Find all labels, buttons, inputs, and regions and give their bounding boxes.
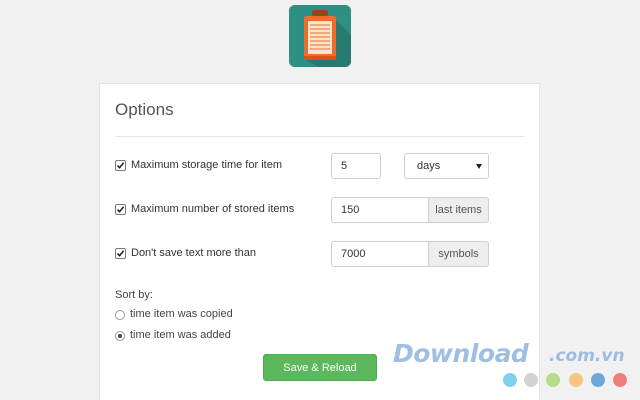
storage-time-label: Maximum storage time for item (131, 159, 282, 171)
text-limit-label: Don't save text more than (131, 247, 256, 259)
stored-items-row: Maximum number of stored items 150 last … (115, 197, 525, 223)
watermark-dot (613, 373, 627, 387)
stored-items-input[interactable]: 150 (331, 197, 429, 223)
check-icon (116, 206, 125, 213)
stored-items-label: Maximum number of stored items (131, 203, 295, 215)
text-limit-input[interactable]: 7000 (331, 241, 429, 267)
storage-time-input[interactable]: 5 (331, 153, 381, 179)
storage-time-unit-select[interactable]: days (404, 153, 489, 179)
sort-copied-radio[interactable] (115, 310, 125, 320)
watermark-text: Download (393, 339, 529, 368)
watermark-dot (524, 373, 538, 387)
stored-items-checkbox[interactable] (115, 204, 126, 215)
sort-copied-label: time item was copied (130, 308, 233, 320)
sort-option-copied[interactable]: time item was copied (115, 308, 315, 324)
watermark-suffix: .com.vn (549, 346, 625, 366)
sort-added-label: time item was added (130, 329, 231, 341)
stored-items-addon: last items (429, 197, 489, 223)
watermark-dot (503, 373, 517, 387)
caret-down-icon (476, 164, 482, 169)
sort-option-added[interactable]: time item was added (115, 329, 315, 345)
app-clipboard-icon (289, 5, 351, 67)
options-title: Options (115, 100, 174, 119)
sort-added-radio[interactable] (115, 331, 125, 341)
watermark-dot (546, 373, 560, 387)
save-reload-button[interactable]: Save & Reload (263, 354, 377, 381)
check-icon (116, 162, 125, 169)
storage-time-row: Maximum storage time for item 5 days (115, 153, 525, 179)
storage-time-unit-value: days (417, 160, 441, 172)
watermark-dot (569, 373, 583, 387)
watermark-logo: Download .com.vn (393, 339, 633, 369)
storage-time-checkbox[interactable] (115, 160, 126, 171)
title-divider (115, 136, 524, 137)
text-limit-row: Don't save text more than 7000 symbols (115, 241, 525, 267)
text-limit-addon: symbols (429, 241, 489, 267)
check-icon (116, 250, 125, 257)
sort-by-label: Sort by: (115, 289, 153, 301)
watermark-dot (591, 373, 605, 387)
text-limit-checkbox[interactable] (115, 248, 126, 259)
